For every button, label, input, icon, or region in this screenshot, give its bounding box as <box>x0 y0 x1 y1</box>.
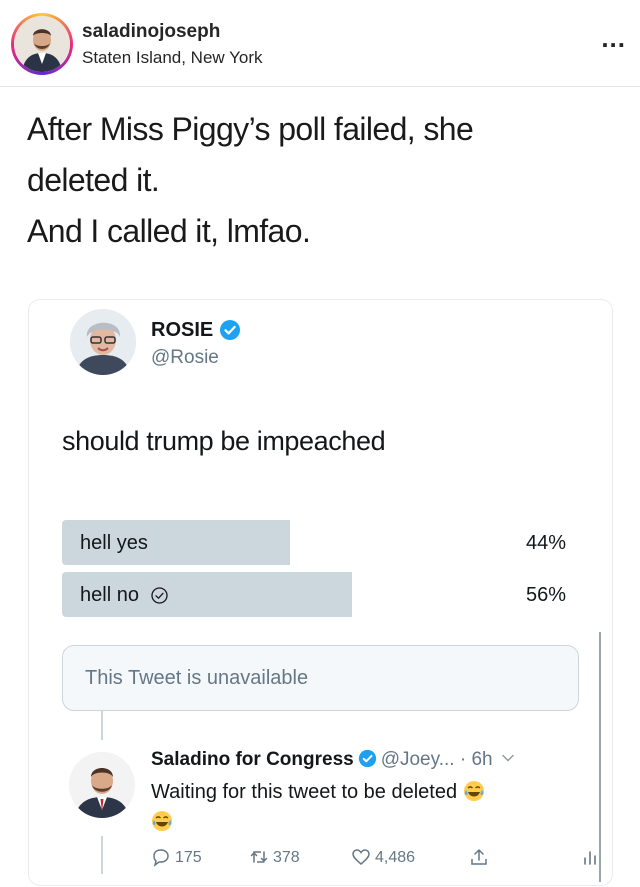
tears-of-joy-emoji-icon <box>152 811 172 831</box>
reply-count: 175 <box>175 849 202 866</box>
reply-text: Waiting for this tweet to be deleted <box>151 777 571 837</box>
like-button[interactable]: 4,486 <box>351 847 415 869</box>
retweet-button[interactable]: 378 <box>249 847 300 869</box>
verified-badge-icon <box>358 749 376 768</box>
chevron-down-icon[interactable] <box>501 751 515 765</box>
post-username[interactable]: saladinojoseph <box>82 21 220 43</box>
thread-connector <box>101 836 103 874</box>
post-caption: After Miss Piggy’s poll failed, she dele… <box>27 104 607 257</box>
reply-author-avatar[interactable] <box>69 752 135 818</box>
post-location[interactable]: Staten Island, New York <box>82 48 263 68</box>
person-avatar-icon <box>14 16 70 72</box>
reply-button[interactable]: 175 <box>151 847 202 869</box>
retweet-icon <box>250 851 268 863</box>
analytics-icon <box>584 851 596 865</box>
reply-timestamp[interactable]: 6h <box>471 749 492 770</box>
reply-header: Saladino for Congress @Joey... · 6h <box>151 749 515 771</box>
scrollbar <box>599 632 601 882</box>
tears-of-joy-emoji-icon <box>463 781 484 801</box>
poll-option-percent: 44% <box>525 532 566 554</box>
profile-avatar[interactable] <box>11 13 73 75</box>
tweet-author-avatar <box>70 309 136 375</box>
thread-connector <box>101 710 103 740</box>
unavailable-text: This Tweet is unavailable <box>85 667 309 689</box>
reply-author-name[interactable]: Saladino for Congress <box>151 749 354 770</box>
reply-text-content: Waiting for this tweet to be deleted <box>151 781 458 803</box>
unavailable-tweet-notice: This Tweet is unavailable <box>62 645 579 711</box>
analytics-button[interactable] <box>581 847 605 869</box>
reply-author-handle[interactable]: @Joey... <box>381 749 455 770</box>
heart-icon <box>352 849 370 865</box>
poll-option: hell no 56% <box>62 572 580 617</box>
post-header: saladinojoseph Staten Island, New York .… <box>0 0 640 87</box>
person-avatar-icon <box>69 752 135 818</box>
person-avatar-icon <box>70 309 136 375</box>
share-button[interactable] <box>469 847 493 869</box>
caption-line: After Miss Piggy’s poll failed, she <box>27 111 474 147</box>
checkmark-circle-icon <box>150 587 168 604</box>
poll-option-label: hell no <box>80 584 139 606</box>
tweet-screenshot: ROSIE @Rosie should trump be impeached h… <box>28 299 613 886</box>
poll-option: hell yes 44% <box>62 520 580 565</box>
tweet-actions: 175 378 4,486 <box>151 847 596 871</box>
tweet-author-name[interactable]: ROSIE <box>151 319 213 342</box>
reply-icon <box>153 849 169 867</box>
poll-option-percent: 56% <box>525 584 566 606</box>
like-count: 4,486 <box>375 849 416 866</box>
meta-separator: · <box>459 749 467 770</box>
verified-badge-icon <box>220 320 240 340</box>
share-icon <box>471 848 487 865</box>
poll-option-label: hell yes <box>80 532 148 554</box>
retweet-count: 378 <box>273 849 300 866</box>
caption-line: And I called it, lmfao. <box>27 213 311 249</box>
caption-line: deleted it. <box>27 162 160 198</box>
tweet-text: should trump be impeached <box>62 426 386 456</box>
more-options-icon[interactable]: ... <box>601 25 626 51</box>
tweet-author-handle[interactable]: @Rosie <box>151 347 219 369</box>
